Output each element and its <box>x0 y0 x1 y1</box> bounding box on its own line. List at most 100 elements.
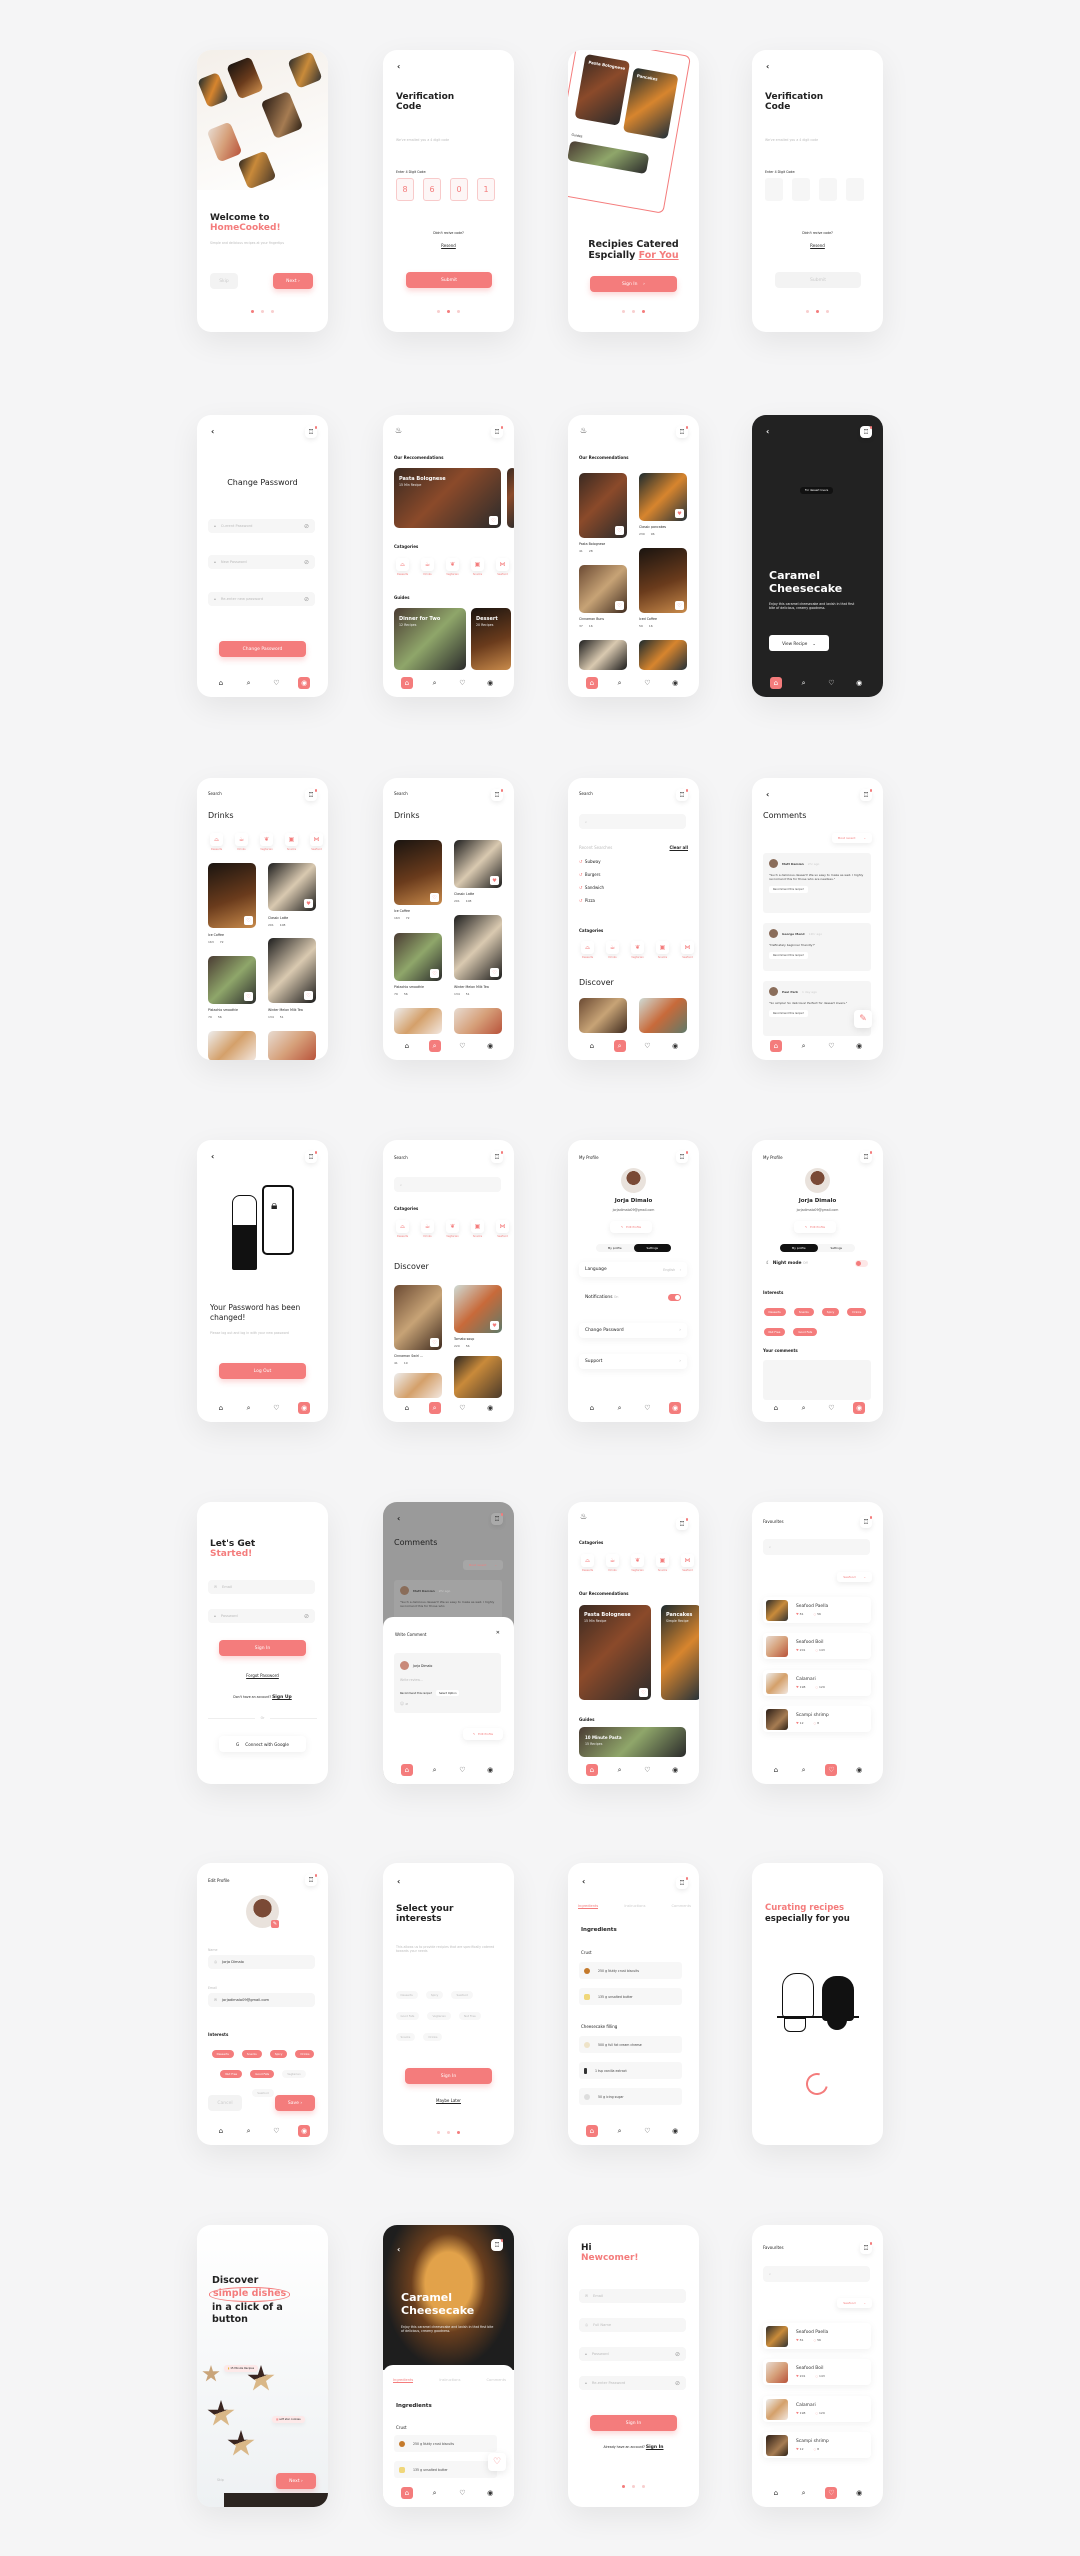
category-drinks[interactable]: ☕ Drinks <box>233 833 250 851</box>
bell-icon[interactable]: ♖ <box>860 789 872 801</box>
back-icon[interactable]: ‹ <box>211 1152 214 1161</box>
heart-icon[interactable]: ♡ <box>304 991 313 1000</box>
tab-settings[interactable]: Settings <box>633 1244 671 1252</box>
page-dot-active[interactable] <box>816 310 819 313</box>
close-icon[interactable]: ✕ <box>496 1630 500 1636</box>
filter-dropdown[interactable]: Seafood ⌄ <box>837 1572 872 1582</box>
bell-icon[interactable]: ♖ <box>491 1513 503 1525</box>
category-desserts[interactable]: ⌓ Desserts <box>394 1220 411 1238</box>
interest-option[interactable]: Spicy <box>425 1991 444 1999</box>
tab-settings[interactable]: Settings <box>818 1244 856 1252</box>
interest-option[interactable]: Desserts <box>395 1991 418 1999</box>
log-out-button[interactable]: Log Out <box>219 1363 306 1379</box>
search-icon[interactable]: ⌕ <box>428 1402 441 1414</box>
drink-card[interactable] <box>268 1031 316 1060</box>
email-field[interactable]: ✉ Email <box>579 2289 686 2303</box>
heart-icon[interactable]: ♡ <box>456 2487 468 2499</box>
interest-option[interactable]: Nut Free <box>458 2012 481 2020</box>
back-icon[interactable]: ‹ <box>211 427 214 436</box>
home-icon[interactable]: ⌂ <box>770 1402 782 1414</box>
search-icon[interactable]: ⌕ <box>614 677 626 689</box>
profile-icon[interactable]: ◉ <box>298 1402 311 1414</box>
search-icon[interactable]: ⌕ <box>428 1040 441 1052</box>
page-dot-active[interactable] <box>622 2485 625 2488</box>
home-icon[interactable]: ⌂ <box>585 1764 598 1776</box>
drink-card[interactable] <box>208 1031 256 1060</box>
page-dot[interactable] <box>261 310 264 313</box>
interest-chip[interactable]: Desserts <box>763 1308 786 1316</box>
recent-search-item[interactable]: ↺ Subway <box>579 859 604 864</box>
home-icon[interactable]: ⌂ <box>400 1764 413 1776</box>
heart-icon[interactable]: ♡ <box>456 1402 468 1414</box>
heart-icon[interactable]: ♡ <box>244 916 253 925</box>
google-connect-button[interactable]: G Connect with Google <box>219 1736 306 1752</box>
search-icon[interactable]: ⌕ <box>429 677 441 689</box>
bell-icon[interactable]: ♖ <box>305 789 317 801</box>
eye-off-icon[interactable]: ⊘ <box>675 2380 680 2387</box>
eye-off-icon[interactable]: ⊘ <box>304 523 309 530</box>
profile-icon[interactable]: ◉ <box>853 1040 865 1052</box>
drink-card[interactable]: ♡ <box>394 840 442 905</box>
category-desserts[interactable]: ⌓ Desserts <box>208 833 225 851</box>
tab-comments[interactable]: Comments <box>672 1904 691 1909</box>
search-icon[interactable]: ⌕ <box>614 1764 626 1776</box>
recommend-button[interactable]: Recommend this recipe? <box>769 952 808 959</box>
emoji-icon[interactable]: ☺ <box>400 1701 404 1706</box>
page-dot[interactable] <box>642 2485 645 2488</box>
recipe-card[interactable]: ♥ <box>639 473 687 521</box>
page-dot[interactable] <box>806 310 809 313</box>
heart-icon[interactable]: ♡ <box>615 601 624 610</box>
recipe-card[interactable] <box>639 640 687 670</box>
profile-icon[interactable]: ◉ <box>484 2487 496 2499</box>
profile-icon[interactable]: ◉ <box>853 2487 865 2499</box>
interest-chip-selected[interactable]: Snacks <box>241 2050 262 2058</box>
resend-link[interactable]: Resend <box>752 243 883 248</box>
home-icon[interactable]: ⌂ <box>401 1040 413 1052</box>
category-vegetarian[interactable]: ❦ Vegtarian <box>444 1220 461 1238</box>
edit-profile-button[interactable]: ✎ Edit Profile <box>794 1221 836 1233</box>
search-icon[interactable]: ⌕ <box>798 1764 810 1776</box>
profile-icon[interactable]: ◉ <box>298 2125 311 2137</box>
notifications-toggle[interactable] <box>668 1294 681 1301</box>
search-icon[interactable]: ⌕ <box>798 1040 810 1052</box>
bell-icon[interactable]: ♖ <box>860 2242 872 2254</box>
clear-all-link[interactable]: Clear all <box>669 845 688 850</box>
home-icon[interactable]: ⌂ <box>770 2487 782 2499</box>
review-input[interactable]: Write review... <box>400 1678 423 1682</box>
search-icon[interactable]: ⌕ <box>243 677 255 689</box>
heart-icon[interactable]: ♡ <box>641 1040 653 1052</box>
search-icon[interactable]: ⌕ <box>614 1402 626 1414</box>
category-drinks[interactable]: ☕ Drinks <box>419 1220 436 1238</box>
category-seafood[interactable]: ⋈ Seafood <box>494 558 511 576</box>
category-drinks[interactable]: ☕ Drinks <box>604 1554 621 1572</box>
interest-chip[interactable]: Drinks <box>847 1308 867 1316</box>
bell-icon[interactable]: ♖ <box>305 1151 317 1163</box>
search-icon[interactable]: ⌕ <box>798 677 810 689</box>
attachment-icon[interactable]: ⌀ <box>405 1701 407 1706</box>
heart-icon[interactable]: ♡ <box>456 1764 468 1776</box>
heart-icon[interactable]: ♡ <box>639 1688 648 1697</box>
favourite-item[interactable]: Seafood Paella ♥ 81 ◌ 56 <box>763 1597 871 1623</box>
recipe-card[interactable]: Pasta Bolognese 15 Min Recipe ♡ <box>579 1605 651 1700</box>
heart-icon[interactable]: ♡ <box>489 516 498 525</box>
heart-icon[interactable]: ♡ <box>641 1764 653 1776</box>
discover-card[interactable] <box>394 1373 442 1398</box>
home-icon[interactable]: ⌂ <box>586 1402 598 1414</box>
category-snacks[interactable]: ▣ Snacks <box>283 833 300 851</box>
code-digit-2[interactable] <box>792 178 810 201</box>
search-input[interactable]: ⌕ <box>763 2266 870 2282</box>
back-icon[interactable]: ‹ <box>582 1877 585 1886</box>
bell-icon[interactable]: ♖ <box>676 789 688 801</box>
search-icon[interactable]: ⌕ <box>429 1764 441 1776</box>
back-icon[interactable]: ‹ <box>766 790 769 799</box>
favourite-fab[interactable]: ♡ <box>488 2453 506 2471</box>
page-dot-active[interactable] <box>642 310 645 313</box>
category-drinks[interactable]: ☕ Drinks <box>604 941 621 959</box>
sign-in-button[interactable]: Sign In <box>219 1640 306 1656</box>
reenter-password-field[interactable]: 🔒︎ Re-enter new password ⊘ <box>208 592 315 606</box>
drink-card[interactable]: ♡ <box>268 938 316 1003</box>
save-button[interactable]: Save › <box>275 2095 315 2111</box>
search-icon[interactable]: ⌕ <box>243 2125 255 2137</box>
code-digit-3[interactable]: 0 <box>450 178 468 201</box>
favourite-item[interactable]: Seafood Paella ♥ 81 ◌ 56 <box>763 2323 871 2349</box>
